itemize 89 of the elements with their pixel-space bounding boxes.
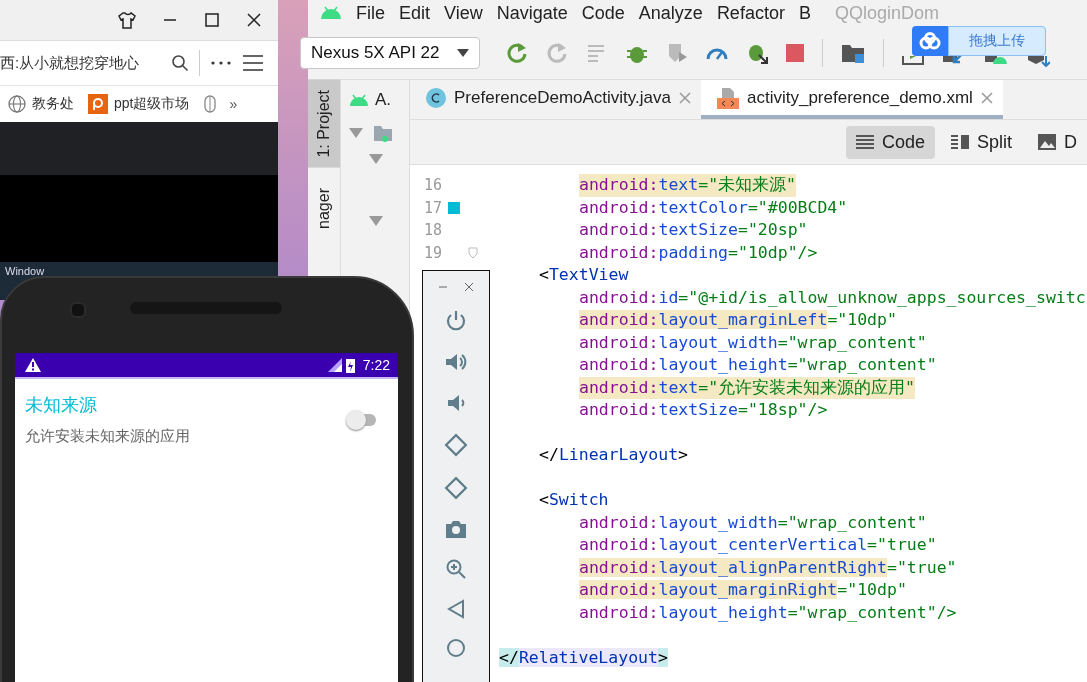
stop-icon[interactable] (786, 43, 804, 62)
back-icon[interactable] (447, 599, 465, 619)
shield-icon[interactable] (666, 41, 688, 64)
more-icon[interactable] (210, 60, 232, 66)
line-number: 18 (423, 221, 442, 240)
rotate-right-icon[interactable] (444, 476, 468, 500)
address-text[interactable]: 西:从小就想挖穿地心 (0, 53, 161, 73)
rerun-icon[interactable] (506, 41, 528, 64)
shirt-icon[interactable] (118, 11, 136, 29)
caret-icon (457, 48, 469, 57)
android-icon (320, 6, 342, 20)
code-line: android:textSize="18sp"/> (579, 399, 828, 421)
upload-button[interactable]: 拖拽上传 (948, 26, 1046, 56)
home-icon[interactable] (446, 638, 466, 658)
device-dropdown[interactable]: Nexus 5X API 22 (300, 36, 480, 69)
code-line: android:layout_centerVertical="true" (579, 534, 937, 556)
tool-window-tab[interactable]: nager (308, 177, 340, 239)
editor-tab[interactable]: PreferenceDemoActivity.java (410, 80, 701, 119)
ppt-icon (88, 94, 108, 114)
lines-icon (855, 134, 874, 150)
code-line: </RelativeLayout> (499, 646, 668, 669)
menu-item[interactable]: B (798, 2, 811, 24)
camera-icon[interactable] (445, 519, 467, 539)
project-title: QQloginDom (834, 2, 939, 24)
folder-icon (373, 124, 393, 142)
code-line: android:layout_marginLeft="10dp" (579, 309, 897, 331)
menu-icon[interactable] (242, 54, 264, 72)
menu-item[interactable]: Analyze (638, 2, 703, 24)
power-icon[interactable] (445, 310, 467, 332)
bookmark-link[interactable]: 教务处 (32, 95, 74, 113)
expand-arrow-icon[interactable] (369, 154, 383, 164)
code-line: android:textSize="20sp" (579, 219, 808, 241)
globe-icon (8, 95, 26, 113)
code-line: android:layout_width="wrap_content" (579, 511, 927, 534)
bookmark-link[interactable]: ppt超级市场 (114, 95, 190, 113)
code-line: android:layout_marginRight="10dp" (579, 579, 907, 601)
xml-file-icon (717, 86, 739, 109)
line-number: 19 (423, 243, 442, 262)
volume-up-icon[interactable] (445, 351, 467, 373)
expand-arrow-icon[interactable] (369, 216, 383, 226)
android-device-icon[interactable] (984, 56, 1008, 66)
class-icon (426, 87, 446, 108)
line-number: 16 (423, 176, 442, 195)
code-line: android:layout_height="wrap_content"/> (579, 601, 957, 624)
split-icon (951, 134, 969, 150)
code-line: android:layout_width="wrap_content" (579, 331, 927, 354)
window-icon[interactable] (902, 56, 924, 66)
cube-arrow-icon[interactable] (1026, 56, 1050, 67)
more-bookmarks[interactable]: » (229, 96, 238, 112)
android-icon (349, 93, 369, 107)
volume-down-icon[interactable] (445, 392, 467, 414)
code-line: <TextView (539, 264, 629, 286)
bookmark-icon (203, 95, 218, 113)
menu-item[interactable]: Code (581, 2, 625, 24)
project-view-selector[interactable]: A. (375, 90, 392, 110)
close-icon[interactable] (246, 12, 262, 28)
warning-icon (25, 358, 41, 372)
camera-lens (70, 302, 86, 318)
fold-icon (468, 246, 478, 259)
code-line: android:layout_alignParentRight="true" (579, 556, 957, 579)
code-line: <Switch (539, 489, 609, 511)
battery-icon (345, 357, 355, 373)
status-time: 7:22 (362, 357, 390, 373)
view-mode-tab[interactable]: D (1028, 125, 1087, 159)
menu-item[interactable]: File (356, 2, 385, 24)
menu-item[interactable]: View (444, 2, 483, 24)
code-line: android:layout_height="wrap_content" (579, 354, 937, 376)
line-number: 17 (423, 198, 442, 217)
view-mode-tab[interactable]: Split (941, 125, 1022, 159)
rotate-left-icon[interactable] (444, 433, 468, 457)
search-icon[interactable] (171, 54, 189, 72)
menu-item[interactable]: Refactor (716, 2, 785, 24)
menu-item[interactable]: Window (5, 265, 45, 277)
menu-item[interactable]: Edit (399, 2, 431, 24)
code-line: android:id="@+id/is_allow_unknow_apps_sources_switc (579, 286, 1086, 309)
preference-summary: 允许安装未知来源的应用 (25, 427, 190, 446)
code-line: </LinearLayout> (539, 444, 689, 466)
view-mode-tab[interactable]: Code (845, 125, 935, 159)
editor-tab[interactable]: activity_preference_demo.xml (701, 80, 1003, 119)
zoom-icon[interactable] (445, 558, 467, 580)
code-line: android:textColor="#00BCD4" (579, 196, 848, 219)
image-icon (1038, 134, 1056, 150)
preference-title: 未知来源 (25, 394, 98, 417)
tool-window-tab[interactable]: 1: Project (308, 80, 340, 168)
signal-icon (327, 358, 342, 372)
menu-item[interactable]: Navigate (496, 2, 568, 24)
code-line: android:padding="10dp"/> (579, 241, 818, 264)
expand-arrow-icon[interactable] (349, 128, 363, 138)
maximize-icon[interactable] (204, 12, 220, 28)
